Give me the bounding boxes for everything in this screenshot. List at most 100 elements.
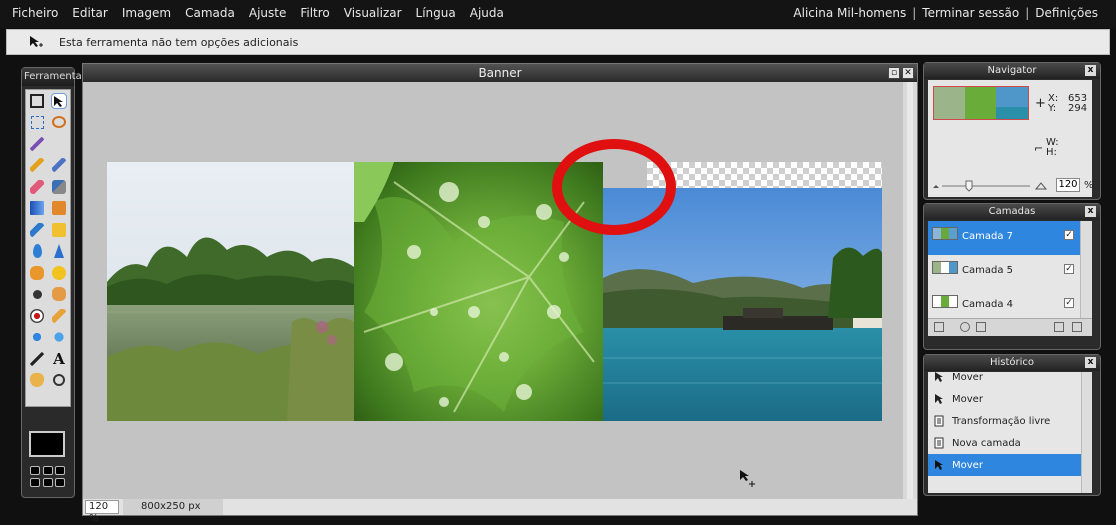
navigator-title: Navigator x <box>924 63 1100 79</box>
close-icon[interactable]: x <box>1085 206 1096 217</box>
navigator-thumbnail[interactable] <box>933 86 1029 120</box>
close-icon[interactable]: ✕ <box>902 67 914 79</box>
color-picker-icon[interactable] <box>30 222 44 237</box>
history-item[interactable]: Mover <box>928 366 1082 388</box>
replace-color-icon[interactable] <box>52 179 66 194</box>
layer-mask-icon[interactable] <box>960 322 970 332</box>
menu-camada[interactable]: Camada <box>185 6 235 20</box>
logout-link[interactable]: Terminar sessão <box>922 6 1019 20</box>
swatch[interactable] <box>55 478 66 487</box>
menu-ajuda[interactable]: Ajuda <box>470 6 504 20</box>
new-layer-icon <box>934 437 944 449</box>
history-item[interactable]: Mover <box>928 388 1082 410</box>
layers-scrollbar[interactable] <box>1080 221 1092 319</box>
navigator-zoom-input[interactable]: 120 <box>1056 178 1080 192</box>
history-label: Mover <box>952 372 983 383</box>
tools-panel: Ferramentas A <box>21 67 87 498</box>
scrollbar-track[interactable] <box>907 82 913 500</box>
gradient-icon[interactable] <box>30 201 44 216</box>
sharpen-icon[interactable] <box>54 244 64 259</box>
swatch[interactable] <box>55 466 66 475</box>
pinch-icon[interactable] <box>52 330 66 345</box>
swatch[interactable] <box>30 466 40 475</box>
move-icon <box>935 394 943 404</box>
spot-heal-icon[interactable] <box>52 308 66 323</box>
text-icon[interactable]: A <box>52 351 66 366</box>
history-scrollbar[interactable] <box>1081 372 1092 493</box>
layers-toolbar <box>928 318 1092 336</box>
menu-ficheiro[interactable]: Ficheiro <box>12 6 58 20</box>
zoom-icon[interactable] <box>32 289 42 299</box>
menu-lingua[interactable]: Língua <box>416 6 456 20</box>
vertical-scrollbar[interactable] <box>903 82 917 500</box>
settings-link[interactable]: Definições <box>1035 6 1098 20</box>
clone-icon[interactable] <box>52 222 66 237</box>
stamp-icon[interactable] <box>52 201 66 216</box>
close-icon[interactable]: x <box>1085 65 1096 76</box>
layer-settings-icon[interactable] <box>934 322 944 332</box>
navigator-thumbnail-image <box>934 87 1028 119</box>
navigator-body: + X: 653 Y: 294 ⌐ W: H: 120 % <box>928 80 1094 197</box>
move-icon[interactable] <box>51 92 67 109</box>
menu-ajuste[interactable]: Ajuste <box>249 6 287 20</box>
delete-layer-icon[interactable] <box>1072 322 1082 332</box>
layer-visibility-checkbox[interactable]: ✓ <box>1064 298 1074 308</box>
layer-visibility-checkbox[interactable]: ✓ <box>1064 230 1074 240</box>
layer-style-icon[interactable] <box>976 322 986 332</box>
layer-thumbnail <box>932 227 958 240</box>
brush-icon[interactable] <box>52 158 66 173</box>
history-item[interactable]: Transformação livre <box>928 410 1082 432</box>
user-name[interactable]: Alicina Mil-homens <box>793 6 906 20</box>
layer-visibility-checkbox[interactable]: ✓ <box>1064 264 1074 274</box>
layer-name: Camada 7 <box>962 231 1013 242</box>
sponge-icon[interactable] <box>52 265 66 280</box>
zoom-slider[interactable] <box>930 178 1050 192</box>
canvas[interactable] <box>107 162 882 421</box>
transparent-area <box>647 162 882 188</box>
eraser-icon[interactable] <box>30 179 44 194</box>
menu-editar[interactable]: Editar <box>72 6 108 20</box>
swatch[interactable] <box>30 478 40 487</box>
zoom-field[interactable]: 120 % <box>85 500 119 524</box>
hand-icon[interactable] <box>30 373 44 388</box>
crosshair-icon: + <box>1035 96 1046 111</box>
navigator-title-text: Navigator <box>987 65 1037 76</box>
dodge-icon[interactable] <box>30 265 44 280</box>
navigator-panel: Navigator x + X: 653 Y: 294 ⌐ W: H: 120 % <box>923 62 1101 200</box>
history-item[interactable]: Nova camada <box>928 432 1082 454</box>
history-label: Nova camada <box>952 438 1021 449</box>
close-icon[interactable]: x <box>1085 357 1096 368</box>
pencil-icon[interactable] <box>30 158 44 173</box>
magnify-icon[interactable] <box>53 374 65 387</box>
red-eye-icon[interactable] <box>30 308 44 323</box>
y-value: 294 <box>1068 103 1088 114</box>
move-cursor-icon <box>740 470 755 487</box>
smudge-icon[interactable] <box>52 287 66 302</box>
canvas-size: 800x250 px <box>123 499 223 515</box>
move-icon <box>935 372 943 382</box>
layer-item[interactable]: Camada 5 ✓ <box>928 255 1080 289</box>
foreground-color-swatch[interactable] <box>29 431 65 457</box>
menu-imagem[interactable]: Imagem <box>122 6 171 20</box>
maximize-icon[interactable]: ▫ <box>888 67 900 79</box>
bloat-icon[interactable] <box>30 330 44 345</box>
crop-icon[interactable] <box>30 93 44 108</box>
lasso-icon[interactable] <box>52 116 66 129</box>
menu-visualizar[interactable]: Visualizar <box>344 6 402 20</box>
highlight-circle <box>552 139 676 235</box>
marquee-icon[interactable] <box>30 115 44 129</box>
menu-filtro[interactable]: Filtro <box>300 6 329 20</box>
background-color-swatches[interactable] <box>30 466 66 488</box>
swatch[interactable] <box>42 478 53 487</box>
drop-icon[interactable] <box>32 244 42 259</box>
new-layer-icon[interactable] <box>1054 322 1064 332</box>
history-item[interactable]: Mover <box>928 454 1082 476</box>
swatch[interactable] <box>42 466 53 475</box>
draw-line-icon[interactable] <box>30 351 44 366</box>
layers-panel: Camadas x Camada 7 ✓ Camada 5 ✓ Camada 4 … <box>923 203 1101 350</box>
layer-item[interactable]: Camada 7 ✓ <box>928 221 1080 255</box>
magic-wand-icon[interactable] <box>30 136 44 151</box>
menu-bar: Ficheiro Editar Imagem Camada Ajuste Fil… <box>0 0 1116 28</box>
history-label: Mover <box>952 394 983 405</box>
history-label: Mover <box>952 460 983 471</box>
